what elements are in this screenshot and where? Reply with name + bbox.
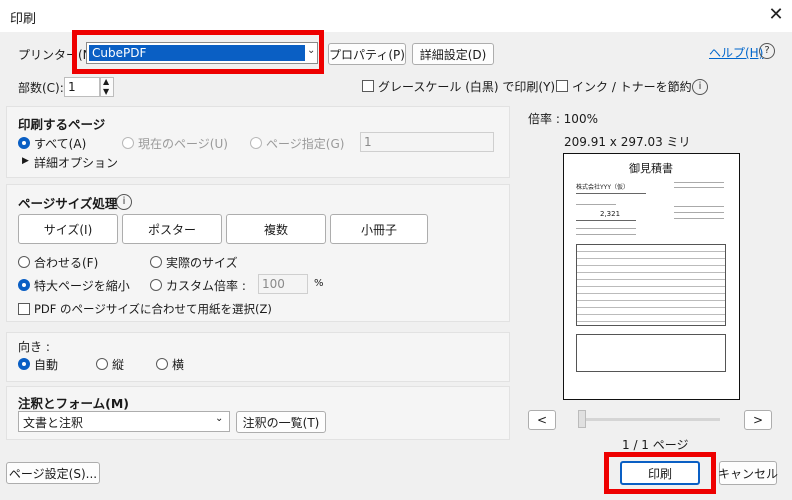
- custom-scale-input[interactable]: 100: [258, 274, 308, 294]
- comments-header: 注釈とフォーム(M): [18, 396, 129, 411]
- next-page-button[interactable]: >: [744, 410, 772, 430]
- actual-size-label: 実際のサイズ: [166, 256, 238, 270]
- print-button[interactable]: 印刷: [620, 461, 700, 485]
- pages-header: 印刷するページ: [18, 117, 106, 132]
- chevron-down-icon: ⌄: [307, 45, 316, 56]
- pages-specify-label: ページ指定(G): [266, 137, 345, 151]
- pdf-paper-checkbox[interactable]: [18, 303, 30, 315]
- info-icon[interactable]: i: [692, 79, 708, 95]
- orientation-portrait-radio[interactable]: [96, 358, 108, 370]
- poster-button[interactable]: ポスター: [122, 214, 222, 244]
- preview-line: [576, 228, 636, 229]
- grayscale-label: グレースケール (白黒) で印刷(Y): [378, 80, 556, 94]
- actual-size-radio[interactable]: [150, 256, 162, 268]
- help-question-icon[interactable]: ?: [759, 43, 775, 59]
- page-slider-handle[interactable]: [578, 410, 586, 428]
- printer-select[interactable]: CubePDF ⌄: [86, 42, 318, 64]
- chevron-down-icon: ⌄: [215, 413, 224, 424]
- fit-label: 合わせる(F): [34, 256, 99, 270]
- preview-company: 株式会社YYY（仮）: [576, 184, 629, 191]
- window-title: 印刷: [10, 12, 37, 27]
- grayscale-checkbox[interactable]: [362, 80, 374, 92]
- page-slider-track[interactable]: [578, 418, 720, 421]
- preview-line: [576, 220, 636, 221]
- comments-summary-button[interactable]: 注釈の一覧(T): [236, 411, 326, 433]
- stepper-up-icon[interactable]: ▲: [103, 77, 109, 86]
- shrink-label: 特大ページを縮小: [34, 279, 130, 293]
- close-icon[interactable]: ✕: [764, 3, 788, 27]
- sizing-info-icon[interactable]: i: [116, 194, 132, 210]
- orientation-portrait-label: 縦: [112, 358, 125, 372]
- preview-line: [674, 212, 724, 213]
- copies-input[interactable]: 1: [64, 77, 100, 97]
- sizing-header: ページサイズ処理: [18, 196, 118, 211]
- shrink-radio[interactable]: [18, 279, 30, 291]
- copies-stepper[interactable]: ▲ ▼: [100, 77, 114, 97]
- orientation-header: 向き :: [18, 340, 50, 354]
- page-setup-button[interactable]: ページ設定(S)...: [6, 462, 100, 484]
- booklet-button[interactable]: 小冊子: [330, 214, 428, 244]
- advanced-button[interactable]: 詳細設定(D): [412, 43, 494, 65]
- pdf-paper-label: PDF のページサイズに合わせて用紙を選択(Z): [34, 302, 272, 316]
- pages-specify-radio[interactable]: [250, 137, 262, 149]
- preview-line: [674, 187, 724, 188]
- orientation-auto-label: 自動: [34, 358, 59, 372]
- help-link[interactable]: ヘルプ(H): [709, 44, 763, 61]
- page-range-input[interactable]: 1: [360, 132, 494, 152]
- page-preview: 御見積書 株式会社YYY（仮） 2,321: [563, 153, 740, 400]
- preview-line: [576, 204, 616, 205]
- title-bar: 印刷 ✕: [0, 0, 792, 32]
- cancel-button[interactable]: キャンセル: [718, 461, 778, 485]
- orientation-landscape-label: 横: [172, 358, 185, 372]
- preview-line: [674, 182, 724, 183]
- pages-current-label: 現在のページ(U): [138, 137, 228, 151]
- stepper-down-icon[interactable]: ▼: [103, 87, 109, 96]
- preview-table: [576, 244, 726, 326]
- orientation-auto-radio[interactable]: [18, 358, 30, 370]
- more-options-link[interactable]: 詳細オプション: [34, 154, 118, 171]
- preview-line: [674, 206, 724, 207]
- size-button[interactable]: サイズ(I): [18, 214, 118, 244]
- orientation-panel: [6, 332, 510, 382]
- preview-notes-box: [576, 334, 726, 372]
- preview-doc-title: 御見積書: [629, 162, 673, 175]
- comments-selected-value: 文書と注釈: [23, 416, 84, 430]
- preview-line: [576, 193, 646, 194]
- multiple-button[interactable]: 複数: [226, 214, 326, 244]
- percent-label: %: [314, 278, 324, 289]
- save-ink-checkbox[interactable]: [556, 80, 568, 92]
- custom-scale-radio[interactable]: [150, 279, 162, 291]
- pages-current-radio[interactable]: [122, 137, 134, 149]
- prev-page-button[interactable]: <: [528, 410, 556, 430]
- comments-select[interactable]: 文書と注釈 ⌄: [18, 411, 230, 432]
- expand-arrow-icon[interactable]: ▶: [22, 156, 29, 166]
- page-counter: 1 / 1 ページ: [622, 438, 689, 452]
- save-ink-label: インク / トナーを節約: [572, 80, 692, 94]
- fit-radio[interactable]: [18, 256, 30, 268]
- copies-label: 部数(C):: [18, 81, 64, 95]
- printer-selected-value: CubePDF: [89, 45, 305, 61]
- zoom-label: 倍率 : 100%: [528, 112, 598, 126]
- orientation-landscape-radio[interactable]: [156, 358, 168, 370]
- preview-line: [576, 234, 636, 235]
- preview-line: [674, 218, 724, 219]
- preview-amount: 2,321: [600, 210, 621, 218]
- properties-button[interactable]: プロパティ(P): [328, 43, 406, 65]
- custom-scale-label: カスタム倍率 :: [166, 279, 246, 293]
- pages-all-radio[interactable]: [18, 137, 30, 149]
- paper-dimensions: 209.91 x 297.03 ミリ: [564, 135, 691, 149]
- pages-all-label: すべて(A): [34, 137, 87, 151]
